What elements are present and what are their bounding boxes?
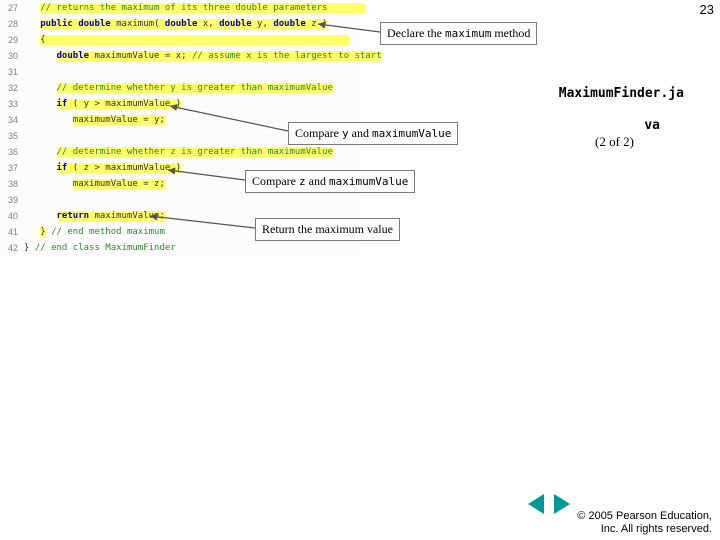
code-line: { <box>24 32 360 48</box>
code-row: 42} // end class MaximumFinder <box>0 240 360 256</box>
line-number: 42 <box>0 240 24 256</box>
code-row: 29 { <box>0 32 360 48</box>
callout-mono: maximumValue <box>329 175 408 188</box>
line-number: 28 <box>0 16 24 32</box>
line-number: 38 <box>0 176 24 192</box>
code-row: 30 double maximumValue = x; // assume x … <box>0 48 360 64</box>
callout-compare-z: Compare z and maximumValue <box>245 170 415 193</box>
code-line: if ( y > maximumValue ) <box>24 96 360 112</box>
prev-slide-button[interactable] <box>528 494 544 514</box>
code-row: 27 // returns the maximum of its three d… <box>0 0 360 16</box>
callout-text: Declare the <box>387 26 445 40</box>
code-line: double maximumValue = x; // assume x is … <box>24 48 382 64</box>
line-number: 33 <box>0 96 24 112</box>
callout-text: and <box>306 174 329 188</box>
line-number: 39 <box>0 192 24 208</box>
outline-filename-part2: va <box>644 118 660 133</box>
callout-mono: y <box>342 127 349 140</box>
callout-mono: maximum <box>445 27 491 40</box>
code-line: // determine whether z is greater than m… <box>24 144 360 160</box>
code-line: } // end class MaximumFinder <box>24 240 360 256</box>
line-number: 36 <box>0 144 24 160</box>
line-number: 31 <box>0 64 24 80</box>
slide-nav <box>528 494 570 514</box>
line-number: 32 <box>0 80 24 96</box>
next-slide-button[interactable] <box>554 494 570 514</box>
callout-mono: z <box>299 175 306 188</box>
outline-filename: MaximumFinder.ja <box>559 86 684 101</box>
code-row: 36 // determine whether z is greater tha… <box>0 144 360 160</box>
code-row: 28 public double maximum( double x, doub… <box>0 16 360 32</box>
copyright: © 2005 Pearson Education, Inc. All right… <box>577 510 712 536</box>
code-line: public double maximum( double x, double … <box>24 16 360 32</box>
copyright-line: Inc. All rights reserved. <box>577 523 712 536</box>
line-number: 41 <box>0 224 24 240</box>
callout-text: and <box>349 126 372 140</box>
code-row: 32 // determine whether y is greater tha… <box>0 80 360 96</box>
callout-text: method <box>491 26 530 40</box>
code-row: 33 if ( y > maximumValue ) <box>0 96 360 112</box>
callout-text: Return the maximum value <box>262 222 393 236</box>
code-line: // returns the maximum of its three doub… <box>24 0 365 16</box>
code-row: 39 <box>0 192 360 208</box>
callout-text: Compare <box>252 174 299 188</box>
line-number: 34 <box>0 112 24 128</box>
callout-mono: maximumValue <box>372 127 451 140</box>
callout-text: Compare <box>295 126 342 140</box>
page-number: 23 <box>700 2 714 17</box>
callout-return: Return the maximum value <box>255 218 400 241</box>
copyright-line: © 2005 Pearson Education, <box>577 510 712 523</box>
code-line: // determine whether y is greater than m… <box>24 80 360 96</box>
line-number: 30 <box>0 48 24 64</box>
line-number: 40 <box>0 208 24 224</box>
line-number: 37 <box>0 160 24 176</box>
outline-page-part: (2 of 2) <box>595 134 634 150</box>
line-number: 29 <box>0 32 24 48</box>
line-number: 27 <box>0 0 24 16</box>
code-row: 31 <box>0 64 360 80</box>
callout-declare: Declare the maximum method <box>380 22 537 45</box>
callout-compare-y: Compare y and maximumValue <box>288 122 458 145</box>
line-number: 35 <box>0 128 24 144</box>
